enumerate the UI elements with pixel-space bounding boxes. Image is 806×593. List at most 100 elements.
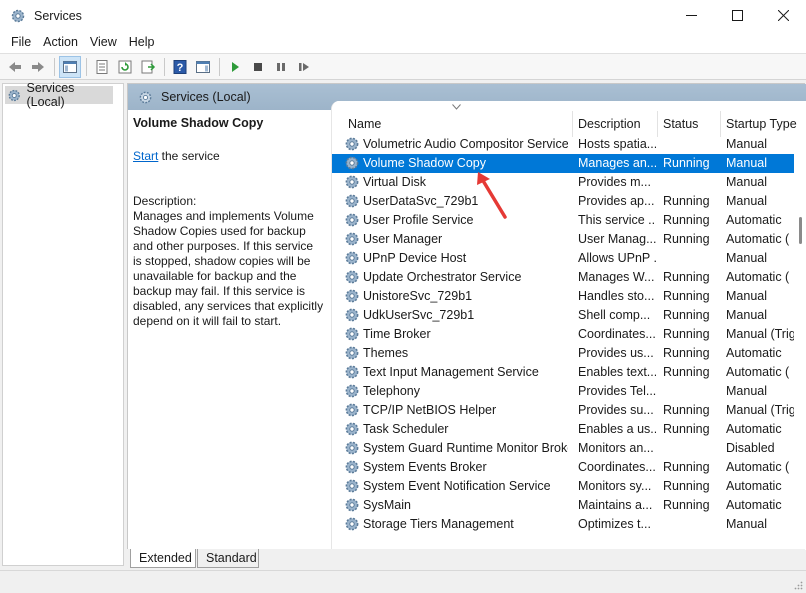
start-service-icon — [232, 61, 239, 72]
resize-grip-icon[interactable] — [793, 580, 803, 590]
export-list-button[interactable] — [137, 56, 159, 78]
service-description-cell: Coordinates... — [578, 460, 656, 474]
menu-help[interactable]: Help — [123, 31, 161, 53]
sort-descending-icon — [452, 104, 461, 110]
toolbar-separator — [164, 57, 165, 76]
view-tabs: Extended Standard — [127, 549, 805, 568]
service-row[interactable]: SysMain Maintains a... Running Automatic — [332, 496, 806, 515]
service-name: Time Broker — [363, 327, 431, 341]
service-status — [663, 515, 721, 534]
tree-item-services-local[interactable]: Services (Local) — [5, 81, 113, 109]
tab-extended[interactable]: Extended — [130, 549, 196, 568]
service-row[interactable]: Task Scheduler Enables a us... Running Auto… — [332, 420, 806, 439]
service-row[interactable]: Storage Tiers Management Optimizes t... Ma… — [332, 515, 806, 534]
service-row[interactable]: Volumetric Audio Compositor Service Hosts… — [332, 135, 806, 154]
back-button[interactable] — [4, 56, 26, 78]
forward-button[interactable] — [27, 56, 49, 78]
service-description-cell: Provides us... — [578, 346, 654, 360]
service-name: System Events Broker — [363, 460, 487, 474]
vertical-scrollbar[interactable] — [794, 135, 806, 550]
service-row[interactable]: Volume Shadow Copy Manages an... Running Ma… — [332, 154, 806, 173]
service-row[interactable]: UnistoreSvc_729b1 Handles sto... Running Ma… — [332, 287, 806, 306]
tab-standard[interactable]: Standard — [197, 549, 259, 568]
service-name: Themes — [363, 346, 409, 360]
service-description-cell: Optimizes t... — [578, 517, 651, 531]
service-row[interactable]: System Event Notification Service Monitor… — [332, 477, 806, 496]
service-gear-icon — [344, 269, 361, 286]
service-name: Volumetric Audio Compositor Service — [363, 137, 568, 151]
service-gear-icon — [344, 402, 361, 419]
column-header-description[interactable]: Description — [572, 115, 656, 133]
service-row[interactable]: UdkUserSvc_729b1 Shell comp... Running Manu… — [332, 306, 806, 325]
service-gear-icon — [344, 136, 361, 153]
start-service-line: Start the service — [133, 149, 325, 164]
menu-file[interactable]: File — [5, 31, 37, 53]
toolbar-separator — [86, 57, 87, 76]
service-description-cell: Hosts spatia... — [578, 137, 656, 151]
service-description-cell: Maintains a... — [578, 498, 653, 512]
toolbar-separator — [54, 57, 55, 76]
refresh-icon — [118, 60, 132, 73]
service-row[interactable]: UserDataSvc_729b1 Provides ap... Running Ma… — [332, 192, 806, 211]
help-button[interactable]: ? — [169, 56, 191, 78]
column-header-name[interactable]: Name — [342, 115, 562, 133]
start-service-link[interactable]: Start — [133, 149, 158, 163]
scrollbar-thumb[interactable] — [799, 217, 802, 244]
service-row[interactable]: Themes Provides us... Running Automatic — [332, 344, 806, 363]
service-description-cell: This service ... — [578, 213, 656, 227]
close-button[interactable] — [760, 0, 806, 31]
service-gear-icon — [344, 345, 361, 362]
service-rows: Volumetric Audio Compositor Service Hosts… — [332, 135, 806, 534]
service-row[interactable]: Virtual Disk Provides m... Manual — [332, 173, 806, 192]
service-description-cell: Allows UPnP ... — [578, 251, 656, 265]
service-row[interactable]: Telephony Provides Tel... Manual — [332, 382, 806, 401]
service-row[interactable]: UPnP Device Host Allows UPnP ... Manual — [332, 249, 806, 268]
service-description-cell: Shell comp... — [578, 308, 651, 322]
start-service-button[interactable] — [224, 56, 246, 78]
stop-service-button[interactable] — [247, 56, 269, 78]
restart-service-button[interactable] — [293, 56, 315, 78]
service-gear-icon — [344, 250, 361, 267]
service-row[interactable]: System Events Broker Coordinates... Runnin… — [332, 458, 806, 477]
maximize-icon — [731, 10, 743, 21]
service-gear-icon — [344, 155, 361, 172]
service-gear-icon — [344, 497, 361, 514]
service-status — [663, 439, 721, 458]
minimize-button[interactable] — [668, 0, 714, 31]
service-gear-icon — [344, 364, 361, 381]
service-name: Storage Tiers Management — [363, 517, 514, 531]
menu-view[interactable]: View — [84, 31, 123, 53]
show-console-tree-button[interactable] — [59, 55, 81, 78]
column-header-status[interactable]: Status — [657, 115, 719, 133]
services-pane: Services (Local) Volume Shadow Copy Star… — [127, 83, 806, 566]
service-gear-icon — [344, 307, 361, 324]
service-gear-icon — [344, 326, 361, 343]
service-row[interactable]: User Profile Service This service ... Runn… — [332, 211, 806, 230]
service-row[interactable]: TCP/IP NetBIOS Helper Provides su... Runni… — [332, 401, 806, 420]
column-headers: Name Description Status Startup Type — [332, 101, 806, 137]
refresh-button[interactable] — [114, 56, 136, 78]
maximize-button[interactable] — [714, 0, 760, 31]
toolbar-separator — [219, 57, 220, 76]
service-name: Task Scheduler — [363, 422, 449, 436]
service-row[interactable]: System Guard Runtime Monitor Broker Monit… — [332, 439, 806, 458]
service-row[interactable]: Time Broker Coordinates... Running Manual (… — [332, 325, 806, 344]
pause-service-button[interactable] — [270, 56, 292, 78]
service-gear-icon — [344, 231, 361, 248]
service-status — [663, 173, 721, 192]
service-gear-icon — [344, 421, 361, 438]
menu-action[interactable]: Action — [37, 31, 84, 53]
service-name: Text Input Management Service — [363, 365, 539, 379]
properties-button[interactable] — [91, 56, 113, 78]
service-row[interactable]: Text Input Management Service Enables tex… — [332, 363, 806, 382]
export-list-icon — [141, 60, 156, 73]
service-status — [663, 249, 721, 268]
service-status: Running — [663, 270, 710, 284]
service-row[interactable]: Update Orchestrator Service Manages W... R… — [332, 268, 806, 287]
service-description-cell: Handles sto... — [578, 289, 655, 303]
service-row[interactable]: User Manager User Manag... Running Automati… — [332, 230, 806, 249]
services-list: Name Description Status Startup Type Vol… — [331, 101, 806, 550]
column-header-startup-type[interactable]: Startup Type — [720, 115, 806, 133]
show-hide-action-pane-button[interactable] — [192, 56, 214, 78]
service-status — [663, 382, 721, 401]
